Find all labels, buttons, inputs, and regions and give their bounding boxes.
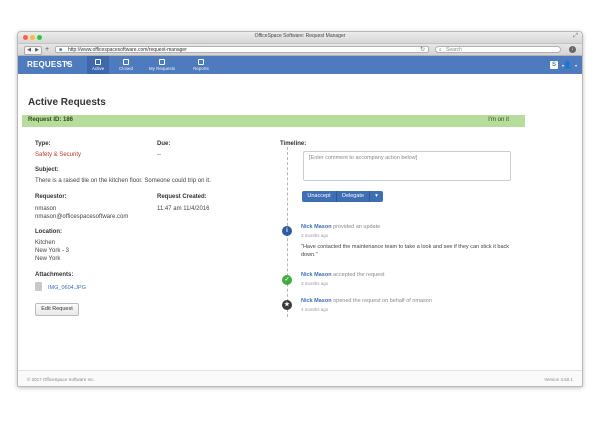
timeline-entry-title: Nick Mason opened the request on behalf … bbox=[301, 298, 432, 304]
url-text: http://www.officespacesoftware.com/reque… bbox=[68, 47, 187, 53]
location-line: New York bbox=[35, 256, 61, 262]
timeline-time: 4 months ago bbox=[301, 307, 329, 312]
forward-icon[interactable]: ▶ bbox=[33, 47, 41, 54]
type-label: Type: bbox=[35, 141, 51, 147]
tab-my-requests[interactable]: My Requests bbox=[145, 56, 179, 74]
delegate-button[interactable]: Delegate bbox=[337, 191, 370, 202]
browser-window: OfficeSpace Software: Request Manager ⤢ … bbox=[17, 31, 583, 387]
window-title: OfficeSpace Software: Request Manager bbox=[254, 33, 346, 39]
info-icon: i bbox=[282, 226, 292, 236]
timeline-action: provided an update bbox=[333, 224, 381, 230]
new-tab-icon[interactable]: + bbox=[45, 46, 49, 53]
comment-placeholder: [Enter comment to accompany action below… bbox=[309, 155, 418, 161]
attachment-link[interactable]: IMG_0604.JPG bbox=[48, 285, 86, 291]
timeline-user[interactable]: Nick Mason bbox=[301, 298, 332, 304]
tab-reports[interactable]: Reports bbox=[188, 56, 214, 74]
timeline-label: Timeline: bbox=[280, 141, 307, 147]
page-icon: ■ bbox=[59, 47, 63, 53]
location-line: New York - 3 bbox=[35, 248, 70, 254]
address-bar[interactable]: ■ http://www.officespacesoftware.com/req… bbox=[55, 46, 429, 53]
downloads-icon[interactable]: ↓ bbox=[569, 46, 576, 53]
reload-icon[interactable]: ↻ bbox=[420, 47, 425, 54]
timeline-comment: "Have contacted the maintenance team to … bbox=[301, 244, 510, 258]
subject-label: Subject: bbox=[35, 167, 59, 173]
tab-closed-label: Closed bbox=[118, 66, 133, 71]
brand-icon: ⚑ bbox=[65, 62, 71, 68]
search-icon: ⌕ bbox=[439, 47, 442, 53]
back-forward-buttons[interactable]: ◀ ▶ bbox=[24, 46, 42, 55]
timeline-user[interactable]: Nick Mason bbox=[301, 224, 332, 230]
timeline-entry-title: Nick Mason provided an update bbox=[301, 224, 380, 230]
request-status-band: Request ID: 186 I'm on it bbox=[22, 115, 525, 127]
due-label: Due: bbox=[157, 141, 171, 147]
file-icon bbox=[35, 282, 42, 291]
app-navbar: REQUESTS ⚑ Active Closed My Requests Rep… bbox=[18, 56, 582, 74]
timeline-action: accepted the request bbox=[333, 272, 385, 278]
more-actions-button[interactable]: ▾ bbox=[370, 191, 383, 202]
tab-reports-label: Reports bbox=[193, 66, 209, 71]
clipboard-icon bbox=[95, 59, 101, 65]
attachments-label: Attachments: bbox=[35, 272, 74, 278]
timeline-time: 3 months ago bbox=[301, 233, 329, 238]
footer: © 2017 OfficeSpace Software Inc. Version… bbox=[18, 370, 582, 386]
requestor-name: nmason bbox=[35, 206, 57, 212]
tab-active[interactable]: Active bbox=[87, 56, 109, 74]
request-id: Request ID: 186 bbox=[28, 117, 74, 123]
tab-active-label: Active bbox=[91, 66, 105, 71]
timeline-user[interactable]: Nick Mason bbox=[301, 272, 332, 278]
person-icon bbox=[159, 59, 165, 65]
timeline-action: opened the request on behalf of nmason bbox=[333, 298, 432, 304]
check-circle-icon: ✓ bbox=[282, 275, 292, 285]
back-icon[interactable]: ◀ bbox=[25, 47, 33, 54]
timeline-entry-title: Nick Mason accepted the request bbox=[301, 272, 384, 278]
status-badge: I'm on it bbox=[488, 117, 509, 123]
version-text: Version 3.50.1 bbox=[544, 377, 573, 382]
star-icon: ★ bbox=[282, 300, 292, 310]
unaccept-button[interactable]: Unaccept bbox=[302, 191, 337, 202]
created-value: 11:47 am 11/4/2016 bbox=[157, 206, 210, 212]
edit-request-button[interactable]: Edit Request bbox=[35, 303, 79, 316]
user-menu-icon[interactable]: 👤 bbox=[563, 61, 572, 69]
due-value: -- bbox=[157, 152, 161, 158]
subject-value: There is a raised tile on the kitchen fl… bbox=[35, 178, 211, 184]
app-switcher-icon[interactable]: S bbox=[550, 61, 558, 69]
chevron-down-icon[interactable]: ▾ bbox=[575, 63, 577, 68]
requestor-email: nmason@officespacesoftware.com bbox=[35, 214, 129, 220]
created-label: Request Created: bbox=[157, 194, 207, 200]
browser-toolbar: ◀ ▶ + ■ http://www.officespacesoftware.co… bbox=[18, 44, 582, 56]
type-value: Safety & Security bbox=[35, 152, 82, 158]
tab-closed[interactable]: Closed bbox=[115, 56, 137, 74]
browser-search-input[interactable]: ⌕ Search bbox=[435, 46, 561, 53]
tab-my-requests-label: My Requests bbox=[148, 66, 176, 71]
title-bar: OfficeSpace Software: Request Manager ⤢ bbox=[18, 32, 582, 44]
bar-chart-icon bbox=[198, 59, 204, 65]
action-button-group: Unaccept Delegate ▾ bbox=[302, 191, 383, 202]
check-icon bbox=[123, 59, 129, 65]
timeline-time: 3 months ago bbox=[301, 281, 329, 286]
fullscreen-icon[interactable]: ⤢ bbox=[573, 33, 578, 40]
comment-input[interactable]: [Enter comment to accompany action below… bbox=[303, 151, 511, 181]
page-title: Active Requests bbox=[28, 97, 106, 108]
location-label: Location: bbox=[35, 229, 62, 235]
location-line: Kitchen bbox=[35, 240, 56, 246]
copyright-text: © 2017 OfficeSpace Software Inc. bbox=[27, 377, 95, 382]
requestor-label: Requestor: bbox=[35, 194, 67, 200]
search-placeholder: Search bbox=[446, 47, 462, 53]
